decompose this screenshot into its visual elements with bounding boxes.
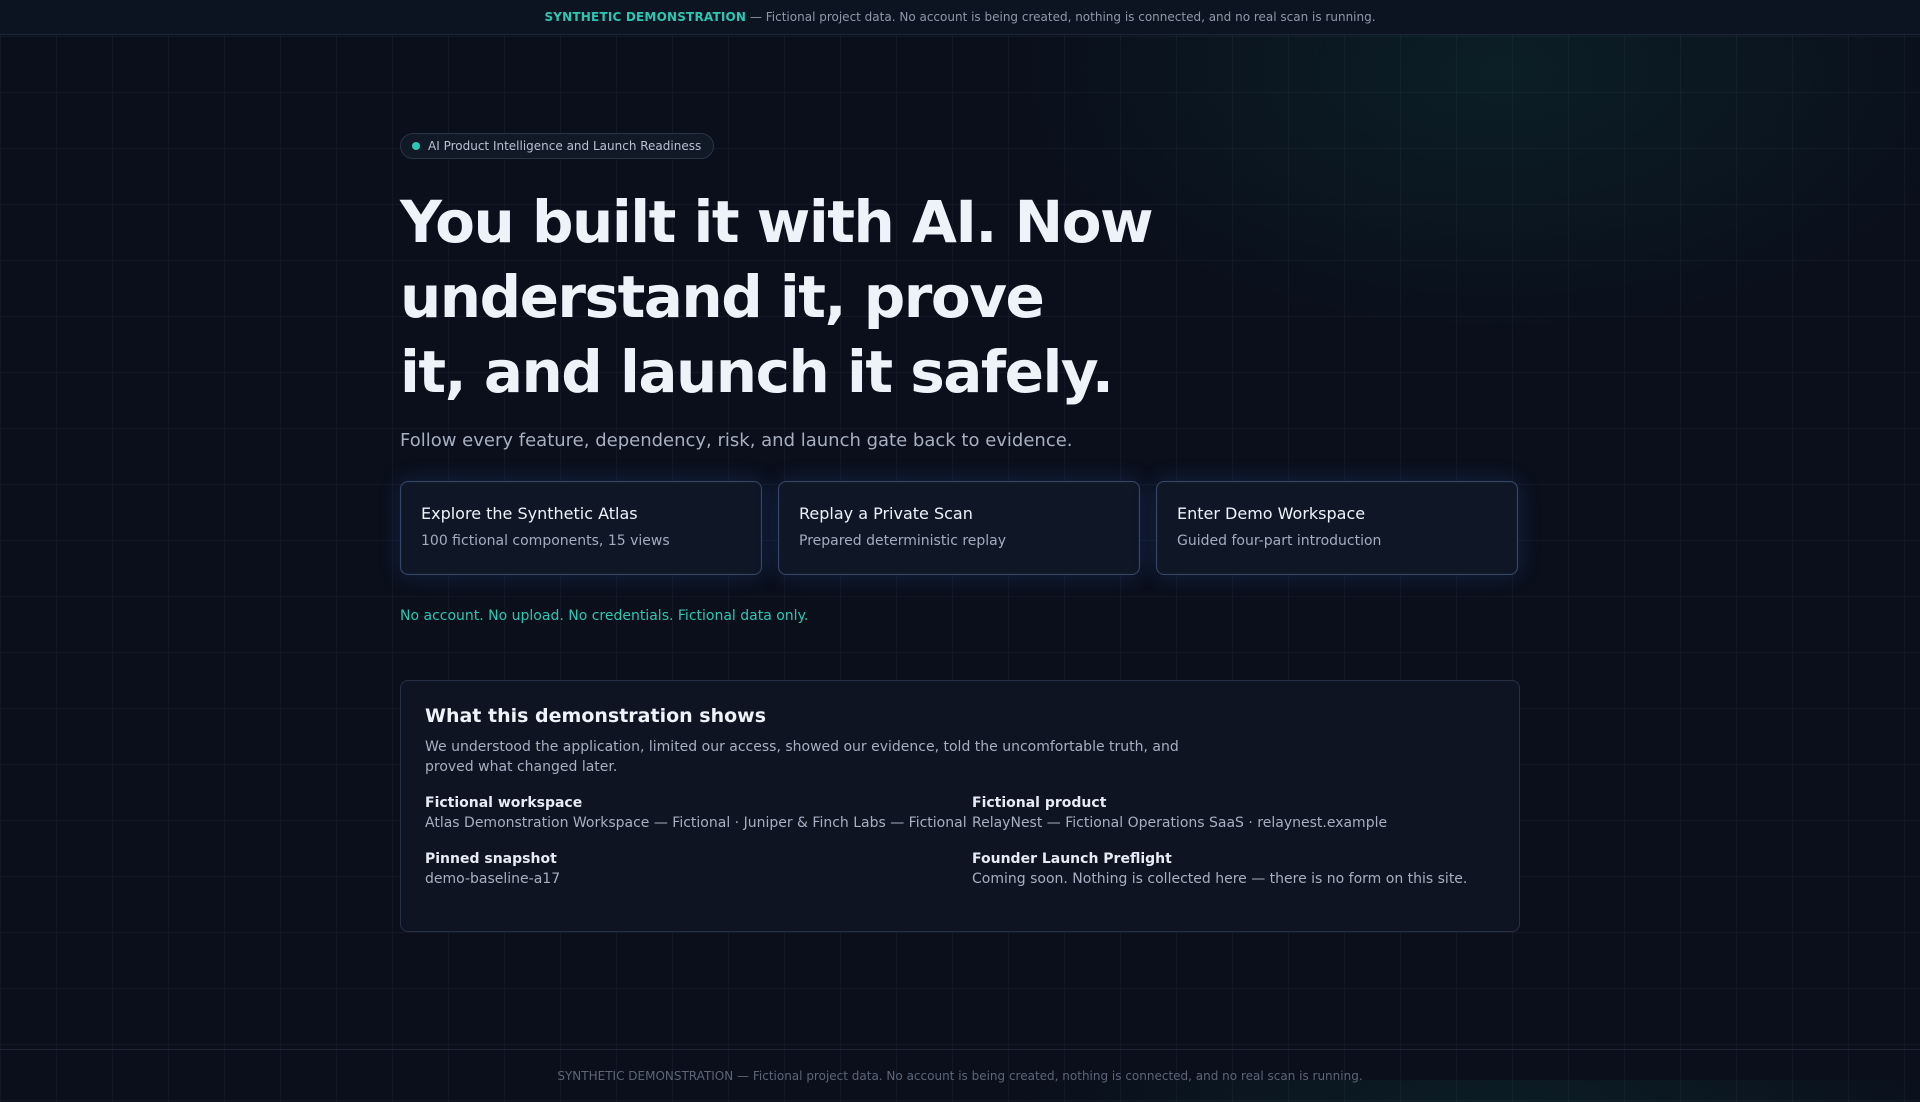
action-subtitle: 100 fictional components, 15 views (421, 533, 670, 549)
action-subtitle: Prepared deterministic replay (799, 533, 1007, 549)
field-workspace: Fictional workspace Atlas Demonstration … (425, 793, 972, 833)
footer-tag: SYNTHETIC DEMONSTRATION (557, 1069, 734, 1083)
action-subtitle: Guided four-part introduction (1177, 533, 1382, 549)
category-pill-label: AI Product Intelligence and Launch Readi… (428, 139, 702, 153)
privacy-note: No account. No upload. No credentials. F… (400, 608, 809, 624)
field-product: Fictional product RelayNest — Fictional … (972, 793, 1519, 833)
status-dot-icon (412, 142, 420, 150)
footer-text: — Fictional project data. No account is … (733, 1069, 1363, 1083)
action-title: Enter Demo Workspace (1177, 504, 1366, 523)
action-title: Replay a Private Scan (799, 504, 973, 523)
panel-title: What this demonstration shows (425, 705, 767, 727)
field-value: RelayNest — Fictional Operations SaaS · … (972, 815, 1388, 831)
hero-title-line: it, and launch it safely. (400, 338, 1114, 406)
field-label: Fictional product (972, 795, 1107, 811)
field-label: Fictional workspace (425, 795, 583, 811)
field-value: Atlas Demonstration Workspace — Fictiona… (425, 815, 967, 831)
field-value: demo-baseline-a17 (425, 871, 561, 887)
hero-title-line: understand it, prove (400, 263, 1045, 331)
explore-atlas-button[interactable]: Explore the Synthetic Atlas 100 fictiona… (400, 481, 762, 575)
category-pill: AI Product Intelligence and Launch Readi… (400, 133, 715, 159)
banner-tag: SYNTHETIC DEMONSTRATION (544, 10, 747, 24)
demonstration-panel: What this demonstration shows We underst… (400, 680, 1520, 932)
demo-banner: SYNTHETIC DEMONSTRATION — Fictional proj… (0, 0, 1920, 35)
hero-section: AI Product Intelligence and Launch Readi… (400, 133, 1520, 932)
hero-subtitle: Follow every feature, dependency, risk, … (400, 430, 1073, 451)
panel-fields: Fictional workspace Atlas Demonstration … (425, 793, 1495, 889)
panel-description: We understood the application, limited o… (425, 739, 1179, 775)
field-value: Coming soon. Nothing is collected here —… (972, 871, 1468, 887)
action-title: Explore the Synthetic Atlas (421, 504, 638, 523)
field-preflight: Founder Launch Preflight Coming soon. No… (972, 849, 1519, 889)
field-label: Pinned snapshot (425, 851, 557, 867)
hero-title-line: You built it with AI. Now (400, 188, 1154, 256)
footer-banner: SYNTHETIC DEMONSTRATION — Fictional proj… (0, 1049, 1920, 1090)
enter-workspace-button[interactable]: Enter Demo Workspace Guided four-part in… (1156, 481, 1518, 575)
banner-text: — Fictional project data. No account is … (746, 10, 1376, 24)
replay-scan-button[interactable]: Replay a Private Scan Prepared determini… (778, 481, 1140, 575)
field-label: Founder Launch Preflight (972, 851, 1172, 867)
hero-title: You built it with AI. Now understand it,… (400, 185, 1160, 410)
field-snapshot: Pinned snapshot demo-baseline-a17 (425, 849, 972, 889)
action-cards: Explore the Synthetic Atlas 100 fictiona… (400, 481, 1520, 575)
